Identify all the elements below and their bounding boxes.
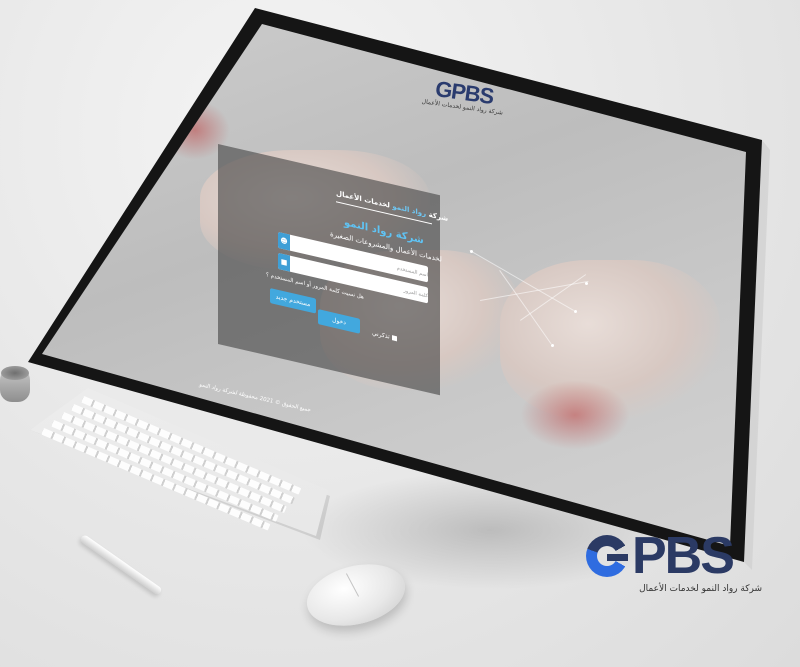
stylus-pen (79, 534, 163, 596)
network-node (551, 344, 554, 347)
user-icon: ☻ (278, 231, 290, 251)
network-node (470, 250, 473, 253)
register-button[interactable]: مستخدم جديد (270, 288, 316, 314)
brand-word-text: PBS (632, 527, 735, 585)
remember-me-checkbox[interactable]: تذكرني (372, 330, 397, 343)
speaker-top (1, 366, 29, 380)
network-node (574, 310, 577, 313)
checkbox-icon (391, 335, 397, 342)
lock-icon: ■ (278, 252, 290, 272)
brand-tagline: شركة رواد النمو لخدمات الأعمال (639, 584, 762, 594)
remember-me-label: تذكرني (372, 329, 390, 341)
brand-g-icon (586, 535, 628, 577)
product-mockup-scene: GPBS شركة رواد النمو لخدمات الأعمال شركة… (0, 0, 800, 667)
background-red-fabric (520, 380, 630, 450)
brand-logo: PBS شركة رواد النمو لخدمات الأعمال (586, 530, 762, 594)
login-button[interactable]: دخول (318, 309, 360, 334)
network-node (585, 282, 588, 285)
header-prefix: شركة (428, 210, 449, 224)
brand-wordmark: PBS (586, 530, 762, 582)
